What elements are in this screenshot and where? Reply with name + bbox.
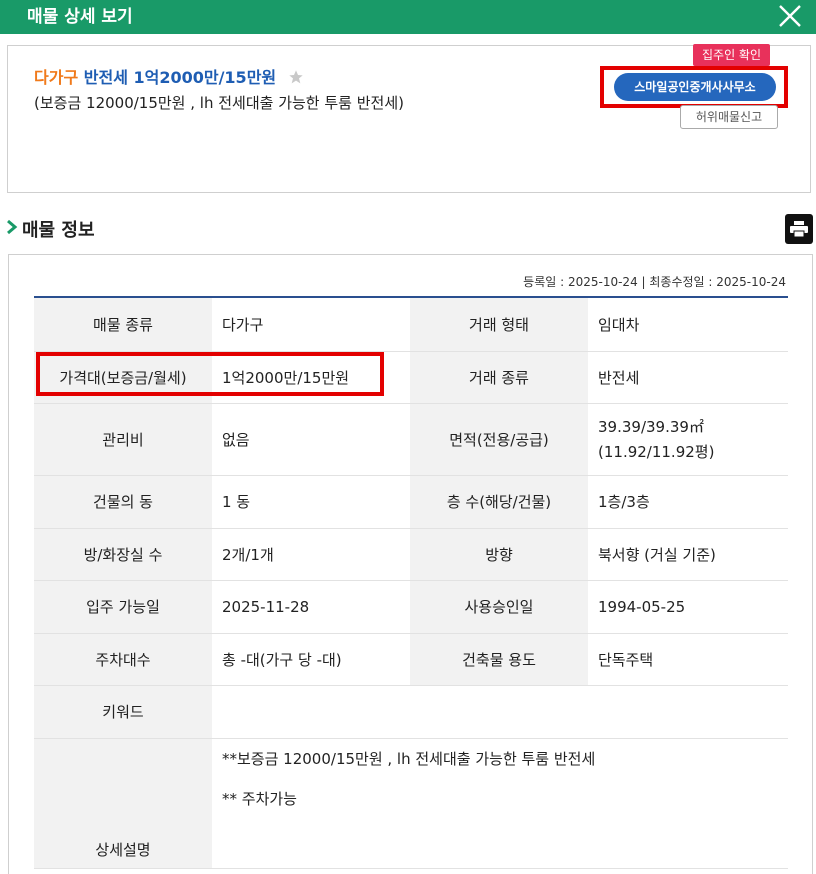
table-row: 방/화장실 수 2개/1개 방향 북서향 (거실 기준): [34, 528, 788, 581]
listing-dates: 등록일 : 2025-10-24 | 최종수정일 : 2025-10-24: [523, 275, 786, 289]
row-label: 입주 가능일: [34, 580, 212, 634]
print-icon[interactable]: [785, 214, 813, 244]
row-value: 1억2000만/15만원: [212, 351, 410, 404]
description-line: **보증금 12000/15만원 , lh 전세대출 가능한 투룸 반전세: [222, 749, 596, 768]
row-value: 2025-11-28: [212, 580, 410, 634]
table-row: 관리비 없음 면적(전용/공급) 39.39/39.39㎡ (11.92/11.…: [34, 403, 788, 476]
row-label: 사용승인일: [410, 580, 588, 634]
row-label: 상세설명: [34, 738, 212, 869]
table-row: 입주 가능일 2025-11-28 사용승인일 1994-05-25: [34, 580, 788, 634]
chevron-right-icon: [6, 219, 18, 239]
row-label: 주차대수: [34, 633, 212, 686]
row-label: 관리비: [34, 403, 212, 476]
agent-office-button[interactable]: 스마일공인중개사사무소: [614, 73, 776, 101]
row-value: 다가구: [212, 297, 410, 352]
description-value: **보증금 12000/15만원 , lh 전세대출 가능한 투룸 반전세 **…: [212, 738, 788, 869]
row-value: 북서향 (거실 기준): [588, 528, 788, 581]
row-value: 2개/1개: [212, 528, 410, 581]
table-row: 가격대(보증금/월세) 1억2000만/15만원 거래 종류 반전세: [34, 351, 788, 404]
table-row: 주차대수 총 -대(가구 당 -대) 건축물 용도 단독주택: [34, 633, 788, 686]
row-value: 임대차: [588, 297, 788, 352]
keywords-value: [212, 685, 788, 739]
row-label: 건축물 용도: [410, 633, 588, 686]
row-label: 방/화장실 수: [34, 528, 212, 581]
table-row: 키워드: [34, 685, 788, 739]
area-pyeong: (11.92/11.92평): [598, 443, 715, 461]
row-value: 단독주택: [588, 633, 788, 686]
deal-headline: 반전세 1억2000만/15만원: [83, 68, 277, 87]
listing-subtitle: (보증금 12000/15만원 , lh 전세대출 가능한 투룸 반전세): [34, 94, 404, 112]
star-icon[interactable]: [288, 69, 304, 89]
row-label: 거래 형태: [410, 297, 588, 352]
close-icon[interactable]: [778, 4, 802, 28]
row-label: 키워드: [34, 685, 212, 739]
row-value: 없음: [212, 403, 410, 476]
listing-headline: 다가구 반전세 1억2000만/15만원: [34, 64, 304, 89]
row-label: 방향: [410, 528, 588, 581]
row-label: 매물 종류: [34, 297, 212, 352]
row-value: 1층/3층: [588, 475, 788, 529]
row-value: 1 동: [212, 475, 410, 529]
row-label: 가격대(보증금/월세): [34, 351, 212, 404]
row-value: 총 -대(가구 당 -대): [212, 633, 410, 686]
row-value: 1994-05-25: [588, 580, 788, 634]
section-header: 매물 정보: [6, 216, 95, 242]
owner-verified-badge: 집주인 확인: [693, 44, 771, 66]
row-label: 건물의 동: [34, 475, 212, 529]
window-titlebar: 매물 상세 보기: [0, 0, 816, 34]
row-value: 39.39/39.39㎡ (11.92/11.92평): [588, 403, 788, 476]
listing-info-panel: 등록일 : 2025-10-24 | 최종수정일 : 2025-10-24 매물…: [8, 254, 813, 874]
area-sqm: 39.39/39.39㎡: [598, 418, 704, 436]
window-title: 매물 상세 보기: [27, 7, 133, 27]
table-row: 상세설명 **보증금 12000/15만원 , lh 전세대출 가능한 투룸 반…: [34, 738, 788, 869]
report-fake-listing-button[interactable]: 허위매물신고: [680, 105, 778, 129]
property-type: 다가구: [34, 68, 79, 87]
row-value: 반전세: [588, 351, 788, 404]
row-label: 면적(전용/공급): [410, 403, 588, 476]
row-label: 층 수(해당/건물): [410, 475, 588, 529]
section-title: 매물 정보: [22, 220, 95, 241]
table-row: 매물 종류 다가구 거래 형태 임대차: [34, 297, 788, 352]
listing-detail-table: 매물 종류 다가구 거래 형태 임대차 가격대(보증금/월세) 1억2000만/…: [34, 296, 788, 869]
row-label: 거래 종류: [410, 351, 588, 404]
description-line: ** 주차가능: [222, 789, 297, 808]
table-row: 건물의 동 1 동 층 수(해당/건물) 1층/3층: [34, 475, 788, 529]
